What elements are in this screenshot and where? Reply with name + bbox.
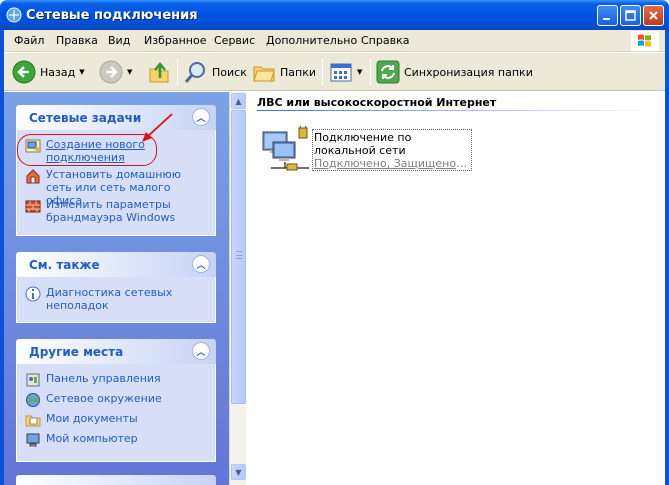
menu-favorites[interactable]: Избранное: [144, 34, 206, 47]
toolbar-separator: [322, 59, 323, 85]
maximize-button[interactable]: [620, 5, 641, 26]
task-label: Мой компьютер: [46, 432, 138, 445]
window-frame-right: [665, 30, 669, 485]
sync-folder-button[interactable]: Синхронизация папки: [376, 59, 533, 85]
network-tasks-title: Сетевые задачи: [29, 111, 142, 125]
folder-up-icon: [149, 62, 169, 83]
place-network-places[interactable]: Сетевое окружение: [25, 392, 206, 408]
task-label: Панель управления: [46, 372, 161, 385]
details-header[interactable]: [16, 475, 216, 485]
collapse-chevron-icon[interactable]: ︿: [192, 342, 210, 360]
views-icon: [330, 63, 352, 82]
windows-logo-icon: [631, 31, 659, 51]
title-bar[interactable]: Сетевые подключения: [0, 0, 669, 30]
back-arrow-icon: [12, 60, 36, 84]
close-icon: [649, 11, 658, 20]
menu-advanced[interactable]: Дополнительно: [266, 34, 357, 47]
task-label: Сетевое окружение: [46, 392, 162, 405]
control-panel-icon: [26, 373, 40, 387]
back-dropdown-icon[interactable]: ▼: [79, 68, 84, 76]
menu-tools[interactable]: Сервис: [214, 34, 255, 47]
place-control-panel[interactable]: Панель управления: [25, 372, 206, 388]
see-also-title: См. также: [29, 258, 100, 272]
network-tasks-header[interactable]: Сетевые задачи ︿: [16, 105, 216, 130]
see-also-panel: См. также ︿ Диагностика сетевых неполадо…: [16, 252, 216, 323]
views-dropdown-icon[interactable]: ▼: [357, 68, 362, 76]
my-documents-icon: [25, 415, 41, 427]
content-area: ЛВС или высокоскоростной Интернет Подклю…: [247, 92, 665, 485]
my-computer-icon: [26, 433, 40, 447]
up-button[interactable]: [148, 59, 170, 85]
task-diagnostics[interactable]: Диагностика сетевых неполадок: [25, 286, 206, 312]
collapse-chevron-icon[interactable]: ︿: [192, 255, 210, 273]
network-connections-icon: [6, 7, 22, 23]
task-label: Мои документы: [46, 412, 138, 425]
other-places-title: Другие места: [29, 345, 124, 359]
menu-help[interactable]: Справка: [361, 34, 409, 47]
scroll-up-icon[interactable]: ▲: [231, 93, 246, 109]
place-my-computer[interactable]: Мой компьютер: [25, 432, 206, 448]
menu-bar: Файл Правка Вид Избранное Сервис Дополни…: [4, 30, 665, 52]
other-places-header[interactable]: Другие места ︿: [16, 339, 216, 364]
folders-button[interactable]: Папки: [252, 59, 316, 85]
firewall-icon: [25, 200, 41, 213]
forward-dropdown-icon[interactable]: ▼: [127, 68, 132, 76]
task-firewall-settings[interactable]: Изменить параметры брандмауэра Windows: [25, 198, 206, 224]
sync-icon: [376, 60, 400, 84]
task-pane-scrollbar[interactable]: ▲ ▼: [229, 92, 246, 485]
annotation-ellipse: [17, 134, 157, 166]
network-tasks-panel: Сетевые задачи ︿ Создание нового подключ…: [16, 105, 216, 236]
folders-label: Папки: [280, 65, 316, 79]
back-button[interactable]: Назад ▼: [12, 59, 85, 85]
forward-arrow-icon: [99, 60, 123, 84]
other-places-body: Панель управления Сетевое окружение Мои …: [16, 364, 216, 462]
scroll-thumb[interactable]: [231, 110, 246, 404]
views-button[interactable]: ▼: [329, 59, 362, 85]
group-divider: [257, 110, 657, 111]
toolbar: Назад ▼ ▼ Поиск Папки ▼ Синхронизация па…: [4, 53, 665, 91]
folders-icon: [253, 66, 275, 82]
grip-icon: [236, 251, 242, 259]
lan-connection-icon[interactable]: [261, 126, 311, 174]
search-button[interactable]: Поиск: [184, 59, 247, 85]
toolbar-separator: [370, 59, 371, 85]
see-also-body: Диагностика сетевых неполадок: [16, 277, 216, 323]
menu-edit[interactable]: Правка: [56, 34, 98, 47]
minimize-button[interactable]: [597, 5, 618, 26]
search-icon: [184, 62, 205, 83]
toolbar-separator: [177, 59, 178, 85]
see-also-header[interactable]: См. также ︿: [16, 252, 216, 277]
info-icon: [25, 286, 41, 302]
sync-label: Синхронизация папки: [404, 65, 533, 79]
window-title: Сетевые подключения: [26, 8, 198, 23]
minimize-icon: [603, 18, 610, 20]
scroll-down-icon[interactable]: ▼: [231, 464, 246, 480]
task-label: Изменить параметры брандмауэра Windows: [46, 198, 176, 224]
menu-file[interactable]: Файл: [14, 34, 44, 47]
back-label: Назад: [40, 65, 76, 79]
collapse-chevron-icon[interactable]: ︿: [192, 108, 210, 126]
task-label: Диагностика сетевых неполадок: [46, 286, 173, 312]
details-panel: [16, 475, 216, 485]
lan-connection-item[interactable]: Подключение по локальной сети Подключено…: [312, 129, 472, 171]
other-places-panel: Другие места ︿ Панель управления Сетевое…: [16, 339, 216, 462]
place-my-documents[interactable]: Мои документы: [25, 412, 206, 428]
home-network-icon: [26, 169, 40, 184]
network-places-icon: [26, 393, 40, 407]
connection-name: Подключение по локальной сети: [314, 131, 412, 157]
menu-view[interactable]: Вид: [108, 34, 130, 47]
forward-button[interactable]: ▼: [99, 59, 132, 85]
maximize-icon: [625, 10, 636, 21]
connection-status: Подключено, Защищено бр...: [314, 157, 470, 170]
close-button[interactable]: [643, 5, 664, 26]
annotation-arrow-icon: [142, 113, 173, 142]
group-header: ЛВС или высокоскоростной Интернет: [257, 96, 497, 109]
search-label: Поиск: [212, 65, 247, 79]
